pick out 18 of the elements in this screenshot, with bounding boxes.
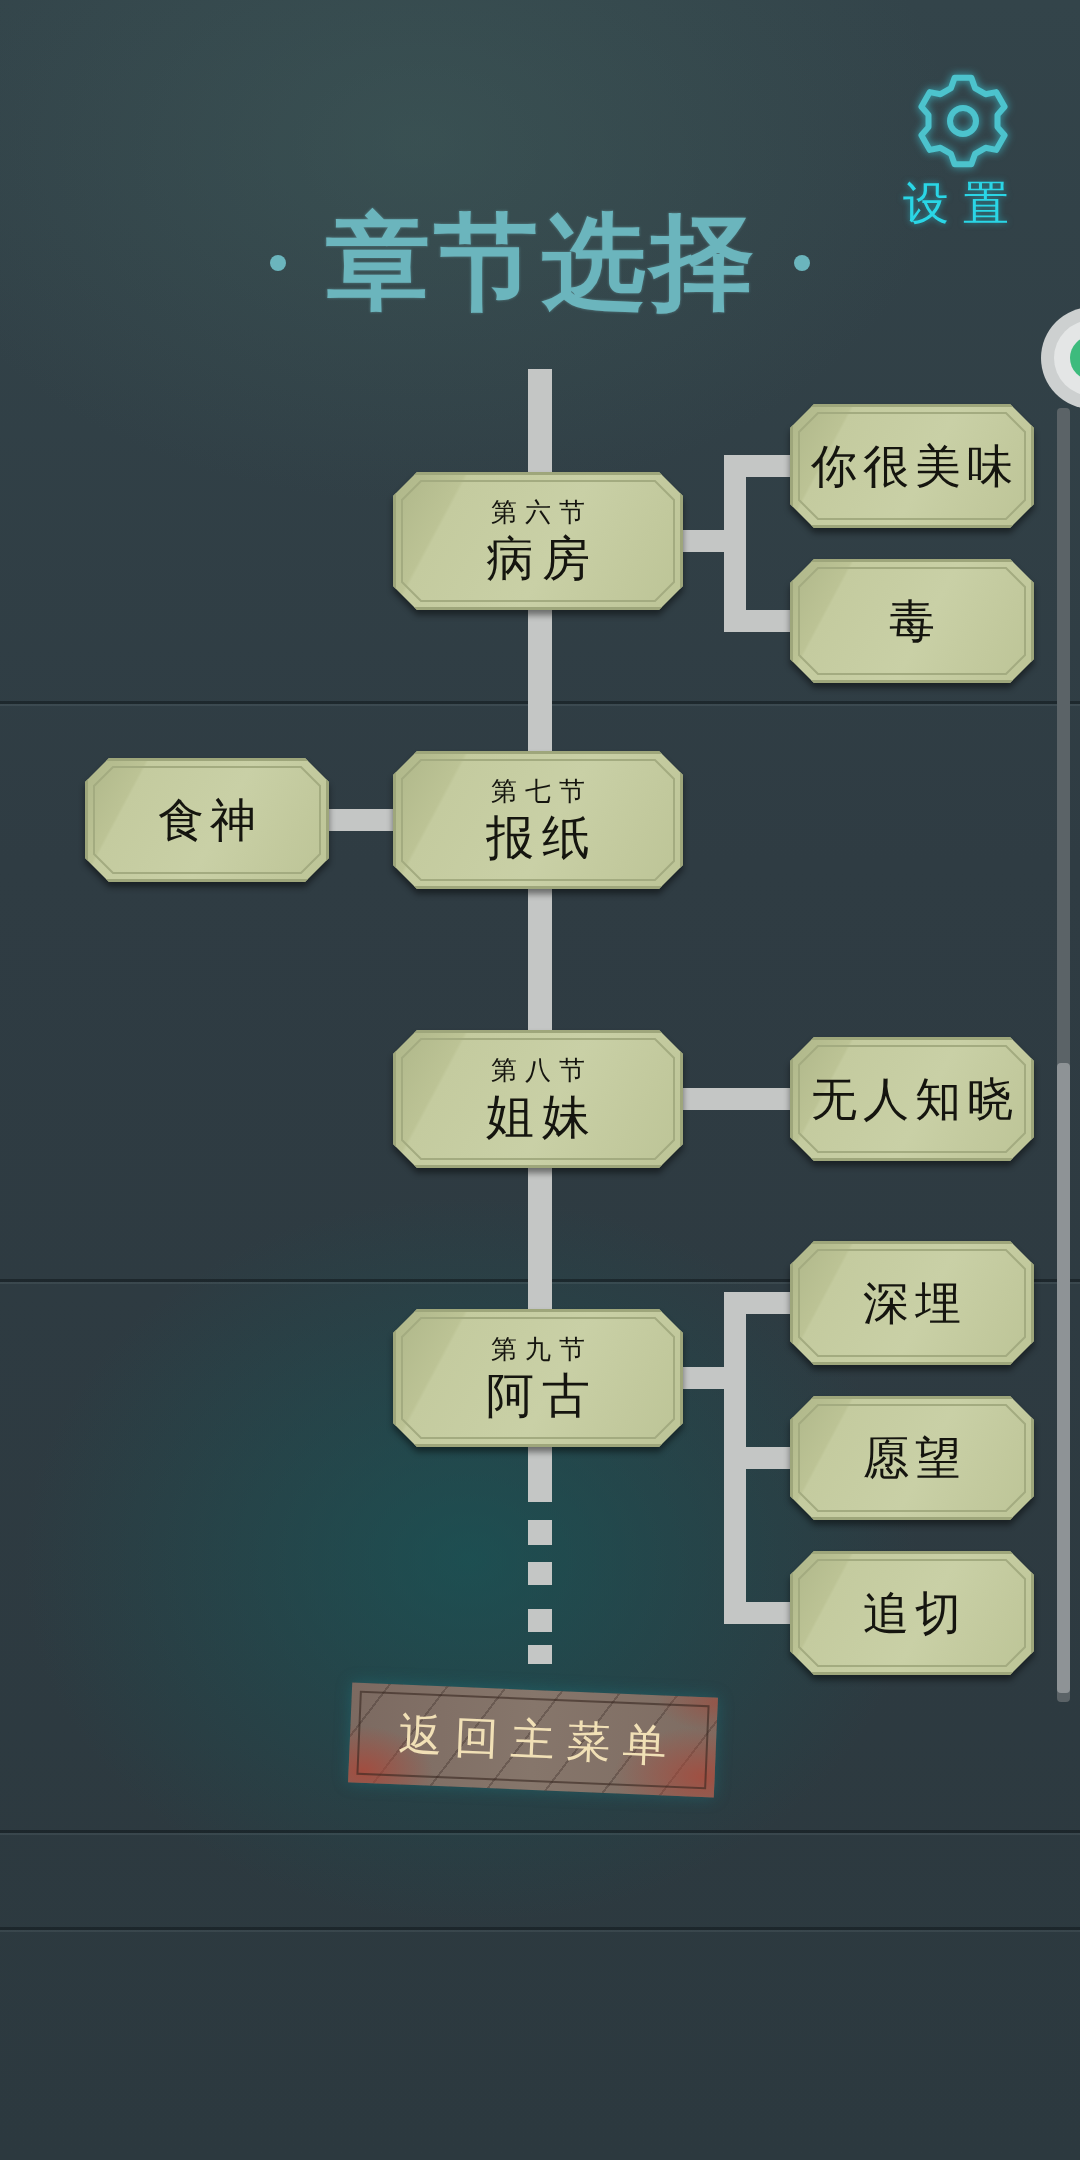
dot-icon <box>794 254 810 271</box>
branch-card[interactable]: 愿望 <box>790 1396 1034 1520</box>
chapter-card[interactable]: 第九节 阿古 <box>393 1309 683 1447</box>
dot-icon <box>270 254 286 271</box>
chapter-card[interactable]: 第八节 姐妹 <box>393 1030 683 1168</box>
branch-connector <box>329 809 393 831</box>
branch-card[interactable]: 深埋 <box>790 1241 1034 1365</box>
branch-card[interactable]: 无人知晓 <box>790 1037 1034 1161</box>
scrollbar-thumb[interactable] <box>1057 1063 1070 1693</box>
chapter-card[interactable]: 第七节 报纸 <box>393 751 683 889</box>
branch-card[interactable]: 毒 <box>790 559 1034 683</box>
back-to-main-menu-button[interactable]: 返回主菜单 <box>348 1682 718 1798</box>
branch-card[interactable]: 食神 <box>85 758 329 882</box>
branch-card[interactable]: 追切 <box>790 1551 1034 1675</box>
settings-button[interactable]: 设置 <box>889 73 1023 230</box>
branch-card[interactable]: 你很美味 <box>790 404 1034 528</box>
chapter-card[interactable]: 第六节 病房 <box>393 472 683 610</box>
screen-title: 章节选择 <box>325 200 758 325</box>
